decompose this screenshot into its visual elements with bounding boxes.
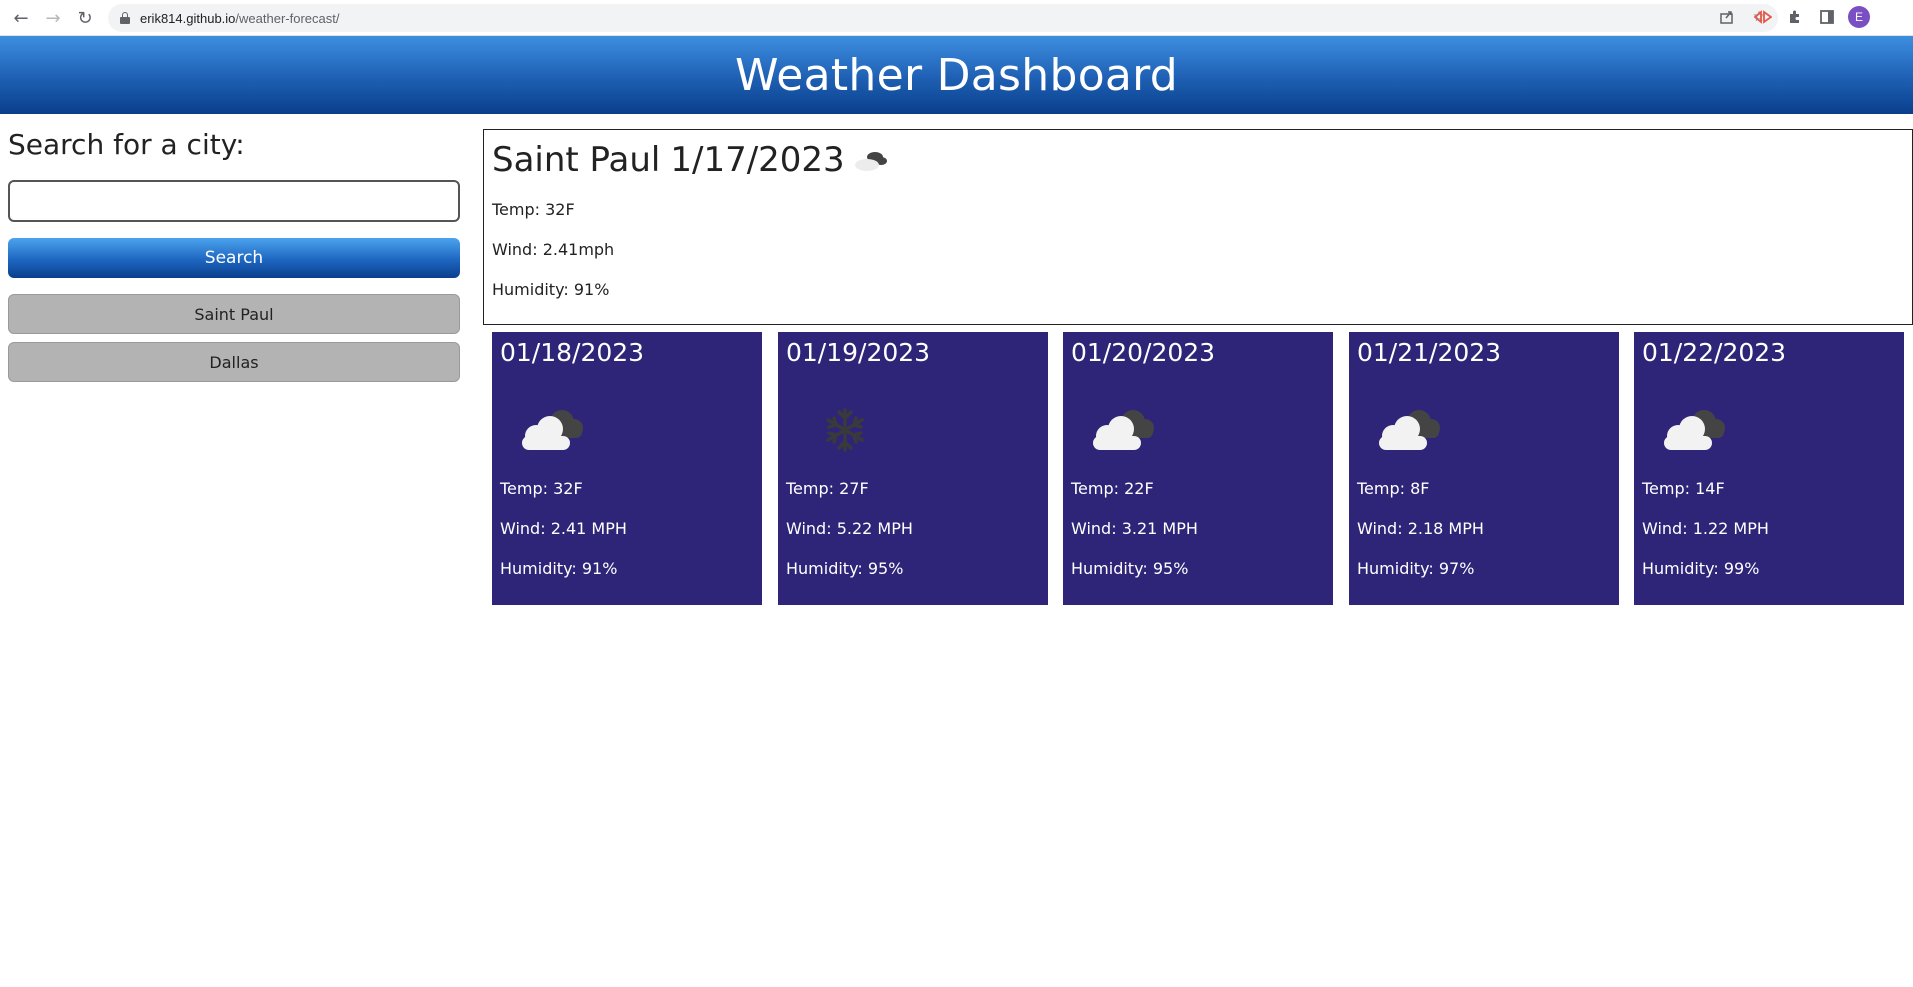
url-path: /weather-forecast/ bbox=[235, 10, 340, 26]
cloudy-icon bbox=[851, 142, 891, 182]
page-header: Weather Dashboard bbox=[0, 36, 1913, 114]
forecast-card: 01/19/2023 Temp: 27F Wind: 5.22 MPH Humi… bbox=[778, 332, 1048, 605]
search-heading: Search for a city: bbox=[8, 128, 245, 161]
forecast-humidity: Humidity: 95% bbox=[786, 559, 904, 578]
reload-icon[interactable]: ↻ bbox=[73, 6, 97, 30]
forecast-humidity: Humidity: 99% bbox=[1642, 559, 1760, 578]
forecast-date: 01/20/2023 bbox=[1071, 338, 1216, 367]
extension-arrows-icon[interactable] bbox=[1752, 6, 1774, 28]
forecast-card: 01/21/2023 Temp: 8F Wind: 2.18 MPH Humid… bbox=[1349, 332, 1619, 605]
current-weather-heading: Saint Paul 1/17/2023 bbox=[492, 138, 891, 182]
side-panel-icon[interactable] bbox=[1816, 6, 1838, 28]
forecast-date: 01/22/2023 bbox=[1642, 338, 1787, 367]
forecast-temp: Temp: 14F bbox=[1642, 479, 1725, 498]
city-search-input[interactable] bbox=[8, 180, 460, 222]
forecast-card: 01/18/2023 Temp: 32F Wind: 2.41 MPH Humi… bbox=[492, 332, 762, 605]
profile-avatar[interactable]: E bbox=[1848, 6, 1870, 28]
address-bar[interactable]: erik814.github.io/weather-forecast/ ☆ bbox=[108, 4, 1778, 32]
forecast-card: 01/22/2023 Temp: 14F Wind: 1.22 MPH Humi… bbox=[1634, 332, 1904, 605]
forecast-date: 01/19/2023 bbox=[786, 338, 931, 367]
forecast-humidity: Humidity: 97% bbox=[1357, 559, 1475, 578]
browser-toolbar: ← → ↻ erik814.github.io/weather-forecast… bbox=[0, 0, 1913, 36]
current-wind: Wind: 2.41mph bbox=[492, 240, 615, 259]
forecast-card: 01/20/2023 Temp: 22F Wind: 3.21 MPH Humi… bbox=[1063, 332, 1333, 605]
url-domain: erik814.github.io bbox=[140, 10, 236, 26]
forecast-date: 01/21/2023 bbox=[1357, 338, 1502, 367]
forward-icon[interactable]: → bbox=[41, 6, 65, 30]
current-humidity: Humidity: 91% bbox=[492, 280, 610, 299]
history-button-saint-paul[interactable]: Saint Paul bbox=[8, 294, 460, 334]
forecast-date: 01/18/2023 bbox=[500, 338, 645, 367]
forecast-wind: Wind: 2.41 MPH bbox=[500, 519, 627, 538]
snowflake-icon bbox=[798, 402, 878, 457]
current-temp: Temp: 32F bbox=[492, 200, 575, 219]
cloudy-icon bbox=[1083, 402, 1163, 457]
lock-icon[interactable] bbox=[120, 12, 130, 24]
forecast-humidity: Humidity: 95% bbox=[1071, 559, 1189, 578]
forecast-temp: Temp: 32F bbox=[500, 479, 583, 498]
page-title: Weather Dashboard bbox=[734, 49, 1179, 101]
cloudy-icon bbox=[512, 402, 592, 457]
url-text: erik814.github.io/weather-forecast/ bbox=[140, 11, 339, 26]
back-icon[interactable]: ← bbox=[9, 6, 33, 30]
forecast-wind: Wind: 5.22 MPH bbox=[786, 519, 913, 538]
current-date: 1/17/2023 bbox=[670, 140, 845, 180]
history-button-dallas[interactable]: Dallas bbox=[8, 342, 460, 382]
search-button[interactable]: Search bbox=[8, 238, 460, 278]
forecast-wind: Wind: 1.22 MPH bbox=[1642, 519, 1769, 538]
forecast-humidity: Humidity: 91% bbox=[500, 559, 618, 578]
forecast-temp: Temp: 27F bbox=[786, 479, 869, 498]
forecast-temp: Temp: 8F bbox=[1357, 479, 1430, 498]
share-icon[interactable] bbox=[1718, 8, 1736, 26]
forecast-wind: Wind: 3.21 MPH bbox=[1071, 519, 1198, 538]
forecast-temp: Temp: 22F bbox=[1071, 479, 1154, 498]
search-panel: Search for a city: Search Saint Paul Dal… bbox=[8, 128, 460, 382]
forecast-wind: Wind: 2.18 MPH bbox=[1357, 519, 1484, 538]
cloudy-icon bbox=[1369, 402, 1449, 457]
current-city: Saint Paul bbox=[492, 140, 661, 180]
cloudy-icon bbox=[1654, 402, 1734, 457]
extensions-puzzle-icon[interactable] bbox=[1784, 6, 1806, 28]
current-weather-panel: Saint Paul 1/17/2023 Temp: 32F Wind: 2.4… bbox=[483, 129, 1913, 325]
